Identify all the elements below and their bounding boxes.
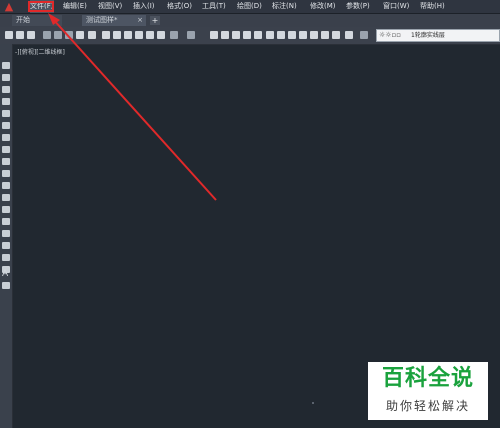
canvas-point	[312, 402, 314, 404]
watermark-subtitle: 助你轻松解决	[385, 399, 470, 413]
watermark-title: 百科全说	[381, 366, 474, 391]
watermark-logo: 百科全说 助你轻松解决	[368, 362, 488, 420]
